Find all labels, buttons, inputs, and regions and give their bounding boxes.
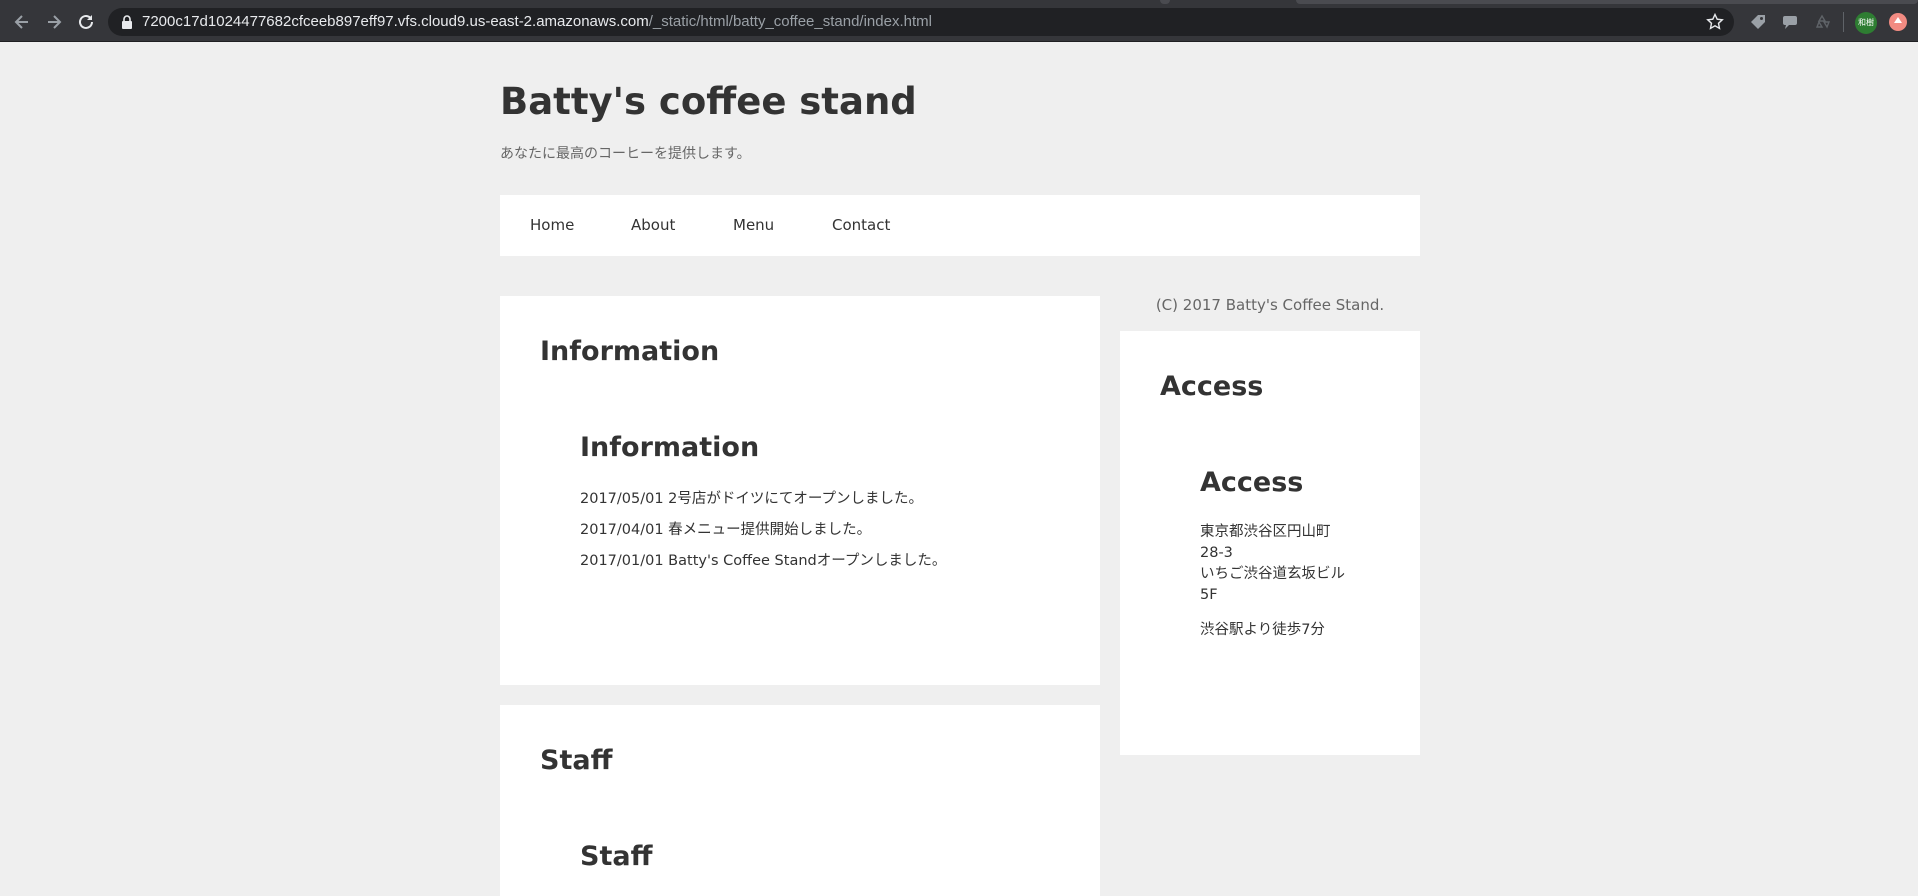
information-card: Information Information 2017/05/01 2号店がド… xyxy=(500,296,1100,685)
star-icon[interactable] xyxy=(1706,13,1724,31)
browser-toolbar: 7200c17d1024477682cfceeb897eff97.vfs.clo… xyxy=(0,0,1918,42)
information-item: 2017/04/01 春メニュー提供開始しました。 xyxy=(580,522,872,538)
copyright-text: (C) 2017 Batty's Coffee Stand. xyxy=(1155,296,1385,314)
information-item: 2017/05/01 2号店がドイツにてオープンしました。 xyxy=(580,491,924,507)
address-bar[interactable]: 7200c17d1024477682cfceeb897eff97.vfs.clo… xyxy=(108,8,1734,36)
tab-edge xyxy=(1296,0,1918,4)
extension-button[interactable] xyxy=(1780,12,1800,32)
information-subtitle: Information xyxy=(580,432,760,463)
extension-button[interactable] xyxy=(1812,12,1832,32)
main-nav: Home About Menu Contact xyxy=(500,195,1420,256)
extension-button[interactable] xyxy=(1748,12,1768,32)
information-item: 2017/01/01 Batty's Coffee Standオープンしました。 xyxy=(580,553,947,569)
extension-chat-icon xyxy=(1783,16,1797,29)
site-title: Batty's coffee stand xyxy=(500,80,917,123)
access-title: Access xyxy=(1160,371,1264,402)
address-line: 5F xyxy=(1200,587,1218,603)
staff-card: Staff Staff xyxy=(500,705,1100,896)
staff-title: Staff xyxy=(540,745,613,776)
back-arrow-icon xyxy=(14,15,28,29)
nav-about[interactable]: About xyxy=(631,195,675,256)
toolbar-divider xyxy=(0,41,1918,42)
url-host: 7200c17d1024477682cfceeb897eff97.vfs.clo… xyxy=(142,13,649,30)
profile-avatar[interactable]: 和樹 xyxy=(1855,12,1877,34)
nav-menu[interactable]: Menu xyxy=(733,195,774,256)
access-directions: 渋谷駅より徒歩7分 xyxy=(1200,622,1325,638)
forward-button[interactable] xyxy=(42,10,66,34)
extension-tag-icon xyxy=(1751,15,1765,29)
information-title: Information xyxy=(540,336,720,367)
access-subtitle: Access xyxy=(1200,467,1304,498)
update-icon[interactable] xyxy=(1889,13,1907,31)
extension-recycle-icon xyxy=(1815,14,1831,29)
forward-arrow-icon xyxy=(48,15,62,29)
toolbar-divider xyxy=(1843,12,1844,32)
reload-button[interactable] xyxy=(74,10,98,34)
address-line: 28-3 xyxy=(1200,545,1233,561)
site-tagline: あなたに最高のコーヒーを提供します。 xyxy=(500,146,751,162)
staff-subtitle: Staff xyxy=(580,841,653,872)
reload-icon xyxy=(79,14,93,29)
lock-icon xyxy=(122,15,132,29)
access-card: Access Access 東京都渋谷区円山町 28-3 いちご渋谷道玄坂ビル … xyxy=(1120,331,1420,755)
url-text: 7200c17d1024477682cfceeb897eff97.vfs.clo… xyxy=(142,8,932,36)
address-line: 東京都渋谷区円山町 xyxy=(1200,524,1331,540)
address-line: いちご渋谷道玄坂ビル xyxy=(1200,566,1345,582)
tab-edge xyxy=(1160,0,1170,4)
back-button[interactable] xyxy=(10,10,34,34)
nav-contact[interactable]: Contact xyxy=(832,195,890,256)
nav-home[interactable]: Home xyxy=(530,195,574,256)
url-path: /_static/html/batty_coffee_stand/index.h… xyxy=(648,13,932,30)
